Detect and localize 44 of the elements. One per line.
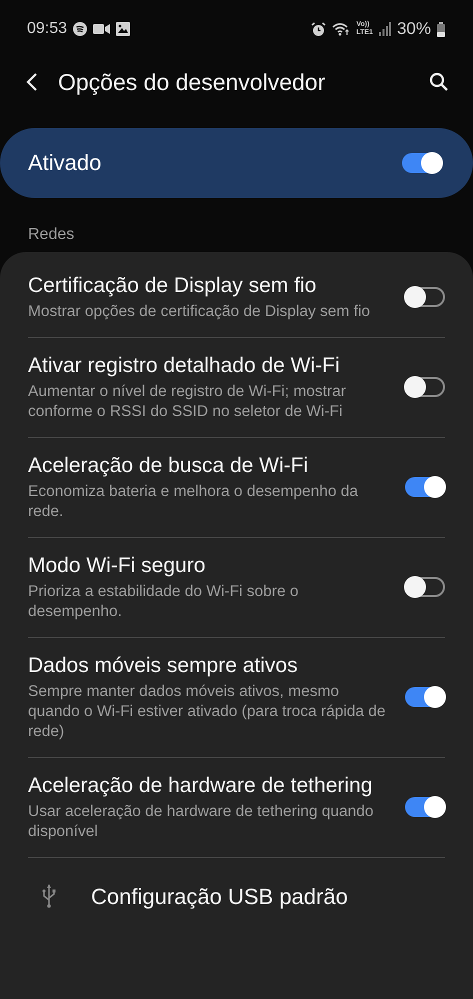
section-title: Redes	[28, 226, 74, 243]
setting-row[interactable]: Aceleração de busca de Wi-Fi Economiza bateria e melhora o desempenho da rede.	[28, 438, 445, 538]
setting-description: Mostrar opções de certificação de Display sem fio	[28, 302, 372, 322]
setting-description: Usar aceleração de hardware de tethering quando disponível	[28, 802, 375, 842]
page-title: Opções do desenvolvedor	[58, 68, 326, 96]
master-switch-bar[interactable]: Ativado	[0, 128, 473, 198]
master-switch-label: Ativado	[28, 150, 102, 176]
alarm-clock-icon	[311, 22, 326, 36]
setting-description: Prioriza a estabilidade do Wi-Fi sobre o desempenho.	[28, 582, 300, 622]
search-icon	[429, 72, 449, 92]
toggle-switch[interactable]	[405, 477, 445, 497]
wifi-icon	[332, 22, 350, 36]
setting-description: Sempre manter dados móveis ativos, mesmo quando o Wi-Fi estiver ativado (para troca rápida de rede)	[28, 682, 387, 742]
setting-title: Configuração USB padrão	[91, 882, 348, 910]
toggle-switch[interactable]	[405, 287, 445, 307]
setting-row[interactable]: Modo Wi-Fi seguro Prioriza a estabilidade do Wi-Fi sobre o desempenho.	[28, 538, 445, 638]
clock: 09:53	[27, 20, 68, 38]
search-button[interactable]	[429, 72, 449, 92]
toggle-switch[interactable]	[402, 153, 442, 173]
setting-description: Economiza bateria e melhora o desempenho da rede.	[28, 482, 360, 522]
signal-icon	[378, 22, 391, 36]
setting-title: Dados móveis sempre ativos	[28, 653, 299, 679]
setting-title: Ativar registro detalhado de Wi-Fi	[28, 353, 341, 379]
setting-title: Certificação de Display sem fio	[28, 273, 318, 299]
usb-icon	[42, 884, 56, 908]
setting-title: Modo Wi-Fi seguro	[28, 553, 206, 579]
setting-row[interactable]: Certificação de Display sem fio Mostrar opções de certificação de Display sem fio	[28, 258, 445, 338]
setting-title: Aceleração de hardware de tethering	[28, 773, 374, 799]
battery-percent: 30%	[396, 19, 431, 39]
music-app-icon	[73, 22, 88, 36]
setting-row[interactable]: Aceleração de hardware de tethering Usar aceleração de hardware de tethering quando disponível	[28, 758, 445, 858]
toggle-switch[interactable]	[405, 797, 445, 817]
setting-row[interactable]: Configuração USB padrão	[28, 858, 445, 934]
toggle-switch[interactable]	[405, 577, 445, 597]
setting-description: Aumentar o nível de registro de Wi-Fi; mostrar conforme o RSSI do SSID no seletor de Wi-Fi	[28, 382, 347, 422]
battery-icon	[437, 22, 445, 36]
setting-row[interactable]: Ativar registro detalhado de Wi-Fi Aumentar o nível de registro de Wi-Fi; mostrar conforme o RSSI do SSID no seletor de Wi-Fi	[28, 338, 445, 438]
setting-title: Aceleração de busca de Wi-Fi	[28, 453, 310, 479]
back-button[interactable]	[26, 72, 38, 92]
toggle-switch[interactable]	[405, 377, 445, 397]
video-camera-icon	[93, 23, 110, 35]
toggle-switch[interactable]	[405, 687, 445, 707]
image-icon	[116, 22, 130, 36]
setting-row[interactable]: Dados móveis sempre ativos Sempre manter dados móveis ativos, mesmo quando o Wi-Fi estiver ativado (para troca rápida de rede)	[28, 638, 445, 758]
